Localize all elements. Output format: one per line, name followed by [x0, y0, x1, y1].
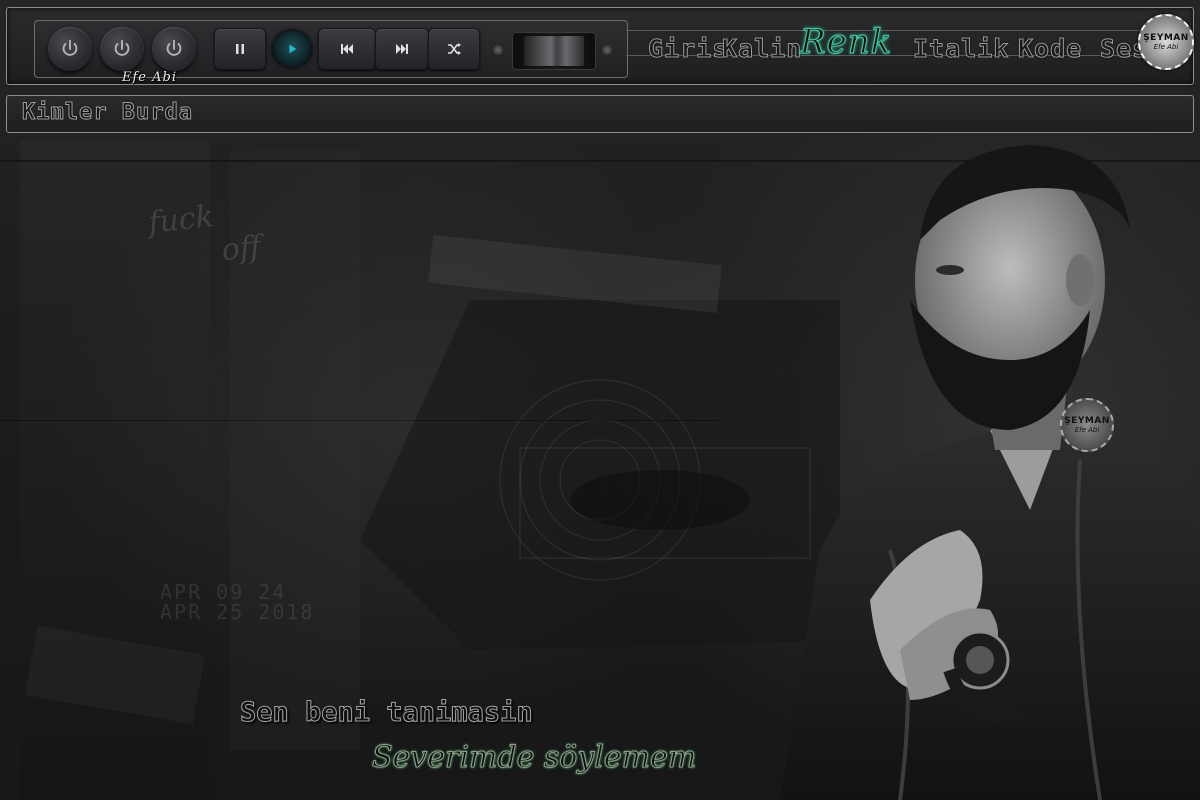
lyric-line-1: Sen beni tanimasin	[239, 696, 533, 728]
pause-icon	[236, 44, 244, 54]
logo-badge: ŞEYMAN Efe Abi	[1138, 14, 1194, 70]
background-date-2: APR 25 2018	[160, 600, 315, 624]
menu-item-giris[interactable]: Giris	[647, 34, 728, 64]
menu-item-kalin[interactable]: Kalin	[721, 34, 802, 64]
power-button-1[interactable]	[48, 27, 92, 71]
lyric-line-2: Severimde söylemem	[371, 740, 697, 776]
menu-item-renk[interactable]: Renk	[799, 21, 892, 62]
stage: fuck off APR 09 24 APR 25 2018 ŞEYMAN Ef…	[0, 0, 1200, 800]
badge-line-1: ŞEYMAN	[1143, 33, 1189, 43]
background-scribble: fuck off	[147, 194, 263, 275]
power-button-3[interactable]	[152, 27, 196, 71]
next-button[interactable]	[375, 28, 429, 70]
power-icon	[166, 39, 182, 56]
menu-rule-top	[626, 30, 1186, 31]
power-button-2[interactable]	[100, 27, 144, 71]
online-title: Kimler Burda	[22, 100, 193, 126]
play-button[interactable]	[272, 30, 312, 68]
menu-item-italik[interactable]: Italik	[912, 34, 1009, 64]
skip-next-icon	[396, 44, 408, 54]
volume-slider[interactable]	[512, 32, 596, 70]
previous-button[interactable]	[318, 28, 376, 70]
author-label: Efe Abi	[122, 70, 177, 85]
volume-max-dot	[602, 45, 612, 55]
watermark-line-1: ŞEYMAN	[1064, 416, 1110, 426]
shuffle-button[interactable]	[428, 28, 480, 70]
watermark-line-2: Efe Abi	[1074, 426, 1100, 434]
power-icon	[62, 39, 78, 56]
power-icon	[114, 39, 130, 56]
volume-min-dot	[493, 45, 503, 55]
shuffle-icon	[448, 43, 461, 55]
menu-item-kode[interactable]: Kode	[1017, 34, 1082, 64]
pause-button[interactable]	[214, 28, 266, 70]
scribble-line-2: off	[219, 229, 263, 269]
badge-line-2: Efe Abi	[1153, 43, 1179, 51]
skip-previous-icon	[341, 44, 353, 54]
portrait-illustration	[780, 145, 1200, 800]
play-icon	[289, 44, 297, 54]
watermark-badge: ŞEYMAN Efe Abi	[1060, 398, 1114, 452]
volume-knob[interactable]	[523, 35, 585, 67]
